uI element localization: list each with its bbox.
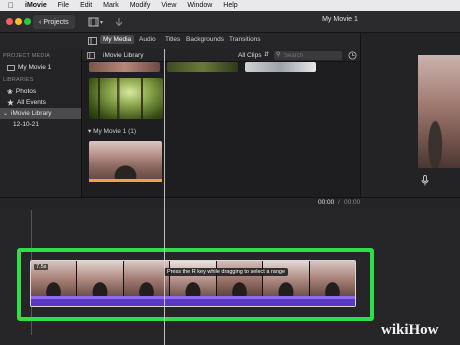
menu-mark[interactable]: Mark: [103, 2, 119, 9]
clip-thumbnail[interactable]: [89, 62, 160, 72]
clip-thumbnail[interactable]: [245, 62, 316, 72]
disclosure-triangle-icon[interactable]: ▾: [88, 128, 91, 135]
settings-icon[interactable]: [348, 51, 357, 60]
wikihow-watermark: wikiHow: [381, 322, 439, 339]
clip-thumbnail[interactable]: [167, 62, 238, 72]
range-select-tooltip: Press the R key while dragging to select…: [164, 268, 289, 276]
clip-duration-badge: 7.5s: [34, 264, 49, 270]
event-section-title: My Movie 1: [93, 128, 127, 135]
filmstrip-frame: [216, 261, 264, 296]
timecode-total: 00:00: [344, 199, 361, 206]
menu-bar:  iMovie File Edit Mark Modify View Wind…: [0, 0, 460, 11]
sidebar-item-photos-label: Photos: [15, 88, 37, 95]
libraries-header: LIBRARIES: [3, 77, 34, 83]
sidebar-item-photos[interactable]: ❀ Photos: [0, 86, 81, 97]
watermark-how: How: [408, 322, 439, 338]
timecode-current: 00:00: [318, 199, 335, 206]
sidebar-item-project-label: My Movie 1: [18, 64, 52, 71]
filmstrip-frame: [77, 261, 124, 296]
event-section-count: (1): [128, 128, 137, 135]
sidebar-item-event-date-label: 12-10-21: [13, 121, 40, 128]
search-icon: ⚲: [276, 52, 281, 58]
sidebar-toggle-icon[interactable]: [88, 37, 97, 45]
filmstrip-frame: [309, 261, 355, 296]
timecode-bar: 00:00 / 00:00: [0, 197, 460, 208]
motorcycle-clip-thumbnail[interactable]: [89, 141, 162, 182]
clip-filmstrip: [31, 261, 355, 296]
filmstrip-frame: [263, 261, 310, 296]
sidebar-item-project[interactable]: My Movie 1: [0, 62, 81, 73]
download-icon[interactable]: [115, 17, 123, 27]
menu-view[interactable]: View: [161, 2, 176, 9]
close-window-button[interactable]: [6, 18, 13, 25]
apple-logo-icon[interactable]: : [8, 1, 14, 10]
project-media-header: PROJECT MEDIA: [3, 53, 51, 59]
clip-used-indicator: [89, 179, 162, 182]
menu-file[interactable]: File: [58, 2, 69, 9]
tab-audio[interactable]: Audio: [139, 36, 156, 43]
projects-button-label: Projects: [43, 18, 69, 26]
media-browser: iMovie Library All Clips ⇵ ⚲ ▾ My Movie …: [82, 49, 360, 197]
microphone-icon[interactable]: [421, 175, 429, 186]
menu-edit[interactable]: Edit: [80, 2, 92, 9]
tab-transitions[interactable]: Transitions: [229, 36, 261, 43]
sidebar-item-all-events-label: All Events: [17, 99, 46, 106]
search-field[interactable]: ⚲: [274, 51, 342, 60]
film-icon: [7, 64, 15, 71]
chevron-updown-icon: ⇵: [264, 52, 270, 58]
forest-clip-thumbnail[interactable]: [89, 78, 163, 119]
library-label: iMovie Library: [103, 52, 144, 59]
sidebar-item-imovie-library[interactable]: ⌄ iMovie Library: [0, 108, 81, 119]
search-input[interactable]: [284, 51, 340, 60]
star-icon: [7, 99, 14, 106]
playhead[interactable]: [164, 49, 165, 345]
viewer-panel: [360, 33, 460, 197]
projects-button[interactable]: ‹ Projects: [33, 15, 75, 29]
menu-app-name[interactable]: iMovie: [25, 2, 47, 9]
timecode-separator: /: [338, 199, 340, 206]
zoom-window-button[interactable]: [24, 18, 31, 25]
chevron-left-icon: ‹: [39, 18, 42, 26]
browser-header: iMovie Library All Clips ⇵ ⚲: [82, 49, 360, 62]
tab-backgrounds[interactable]: Backgrounds: [186, 36, 224, 43]
sidebar-item-all-events[interactable]: All Events: [0, 97, 81, 108]
sidebar-item-event-date[interactable]: 12-10-21: [0, 119, 81, 130]
clip-audio-waveform: [31, 296, 355, 306]
video-preview[interactable]: [418, 55, 460, 168]
title-bar: ‹ Projects My Movie 1: [0, 11, 460, 33]
tab-titles[interactable]: Titles: [165, 36, 180, 43]
window-title: My Movie 1: [322, 16, 358, 23]
clips-filter-select[interactable]: All Clips: [238, 52, 261, 59]
menu-modify[interactable]: Modify: [130, 2, 151, 9]
chevron-down-icon[interactable]: ⌄: [3, 110, 8, 117]
sidebar-item-imovie-library-label: iMovie Library: [11, 110, 52, 117]
event-section-header[interactable]: ▾ My Movie 1 (1): [88, 127, 136, 135]
photos-icon: ❀: [7, 88, 13, 96]
libraries-sidebar: PROJECT MEDIA My Movie 1 LIBRARIES ❀ Pho…: [0, 49, 82, 197]
filmstrip-frame: [170, 261, 217, 296]
menu-window[interactable]: Window: [187, 2, 212, 9]
media-import-icon[interactable]: [88, 17, 104, 27]
watermark-wiki: wiki: [381, 322, 409, 338]
tab-my-media[interactable]: My Media: [100, 35, 135, 44]
menu-help[interactable]: Help: [223, 2, 237, 9]
sidebar-toggle-icon[interactable]: [87, 52, 95, 59]
minimize-window-button[interactable]: [15, 18, 22, 25]
